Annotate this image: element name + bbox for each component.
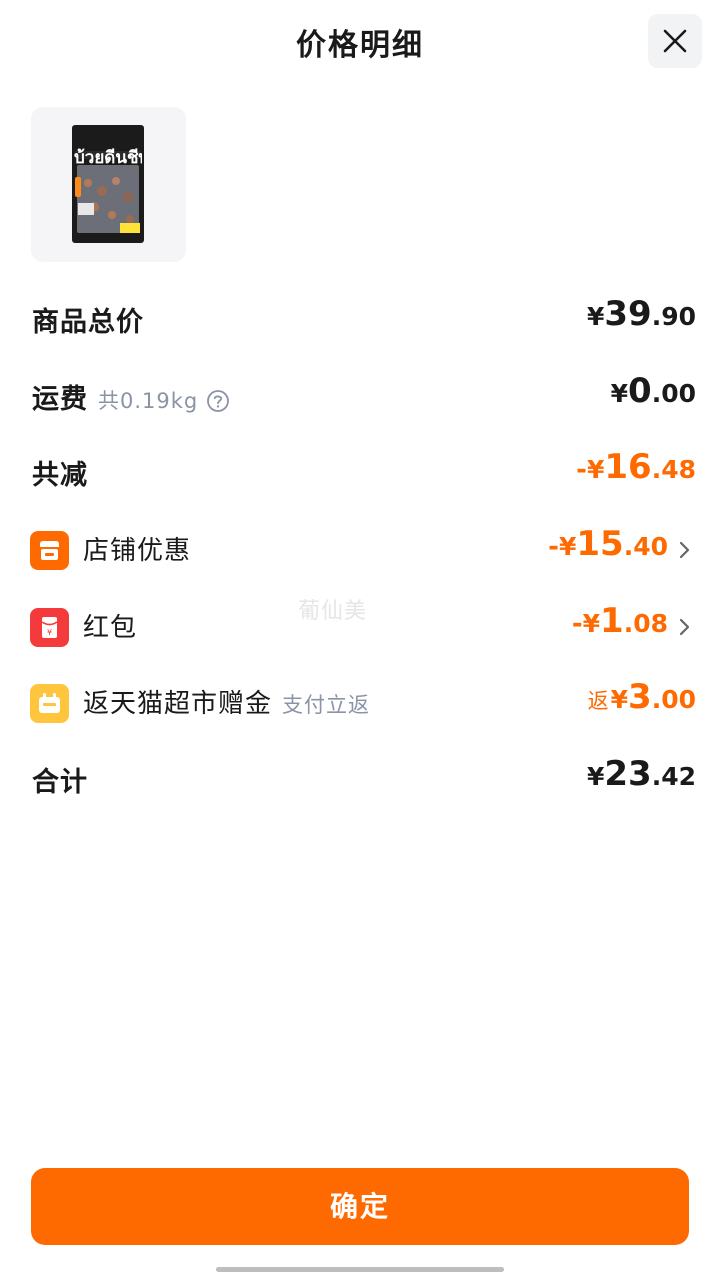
confirm-button[interactable]: 确定	[31, 1168, 689, 1245]
red-packet-icon: ¥	[30, 608, 69, 647]
page-title: 价格明细	[296, 28, 424, 63]
total-discount-amount: -¥16.48	[576, 447, 696, 487]
cashback-row: 返天猫超市赠金 支付立返 返¥3.00	[0, 673, 720, 733]
shipping-label-text: 运费	[32, 384, 88, 415]
cashback-prefix: 返	[587, 689, 609, 713]
goods-total-amount: ¥39.90	[587, 294, 696, 334]
shipping-row: 运费 共0.19kg ¥0.00	[0, 367, 720, 427]
total-discount-row: 共减 -¥16.48	[0, 443, 720, 503]
grand-total-row: 合计 ¥23.42	[0, 750, 720, 810]
sheet-header: 价格明细	[0, 0, 720, 80]
goods-total-label: 商品总价	[32, 307, 144, 338]
svg-text:¥: ¥	[47, 628, 52, 637]
amount-integer: 0	[628, 371, 652, 411]
close-icon	[663, 29, 687, 53]
tmall-market-icon	[30, 684, 69, 723]
product-thumbnail[interactable]: บ้วยดีนชีพ	[31, 107, 186, 262]
currency-symbol: ¥	[586, 762, 605, 791]
chevron-right-icon[interactable]	[678, 617, 692, 637]
shipping-amount: ¥0.00	[611, 371, 696, 411]
amount-integer: 16	[604, 447, 652, 487]
home-indicator[interactable]	[216, 1267, 504, 1272]
shop-discount-amount: -¥15.40	[548, 524, 668, 564]
amount-decimal: .90	[651, 302, 696, 331]
minus-sign: -	[548, 532, 559, 562]
total-discount-label: 共减	[32, 460, 88, 491]
amount-decimal: .48	[651, 455, 696, 484]
amount-integer: 15	[576, 524, 624, 564]
chevron-right-icon[interactable]	[678, 540, 692, 560]
product-package-text: บ้วยดีนชีพ	[74, 148, 142, 168]
grand-total-amount: ¥23.42	[587, 754, 696, 794]
amount-decimal: .00	[651, 379, 696, 408]
cashback-amount: 返¥3.00	[588, 677, 696, 717]
price-detail-sheet: 价格明细 บ้วยดีนชีพ 商品总价	[0, 0, 720, 1276]
watermark: 葡仙美	[298, 599, 368, 624]
close-button[interactable]	[648, 14, 702, 68]
minus-sign: -	[571, 609, 583, 639]
cashback-label: 返天猫超市赠金 支付立返	[83, 683, 370, 720]
amount-integer: 3	[628, 677, 652, 717]
shop-icon	[30, 531, 69, 570]
cashback-note: 支付立返	[282, 693, 371, 717]
amount-decimal: .00	[651, 685, 696, 714]
shipping-weight: 共0.19kg	[98, 389, 199, 413]
shipping-label: 运费 共0.19kg	[32, 377, 230, 416]
currency-symbol: ¥	[558, 532, 577, 561]
red-packet-amount: -¥1.08	[572, 601, 668, 641]
grand-total-label: 合计	[32, 767, 88, 798]
currency-symbol: ¥	[586, 302, 605, 331]
product-package-image	[72, 125, 144, 243]
amount-integer: 39	[604, 294, 652, 334]
minus-sign: -	[576, 455, 587, 485]
cashback-label-text: 返天猫超市赠金	[83, 689, 273, 719]
currency-symbol: ¥	[610, 379, 629, 408]
currency-symbol: ¥	[610, 685, 629, 714]
shop-discount-label: 店铺优惠	[83, 536, 192, 566]
amount-decimal: .08	[623, 609, 668, 638]
amount-decimal: .42	[651, 762, 696, 791]
goods-total-row: 商品总价 ¥39.90	[0, 290, 720, 350]
currency-symbol: ¥	[582, 609, 601, 638]
amount-integer: 23	[604, 754, 652, 794]
currency-symbol: ¥	[586, 455, 605, 484]
amount-integer: 1	[600, 601, 624, 641]
red-packet-label: 红包	[83, 613, 138, 643]
amount-decimal: .40	[623, 532, 668, 561]
shop-discount-row[interactable]: 店铺优惠 -¥15.40	[0, 520, 720, 580]
question-circle-icon[interactable]	[206, 389, 230, 413]
